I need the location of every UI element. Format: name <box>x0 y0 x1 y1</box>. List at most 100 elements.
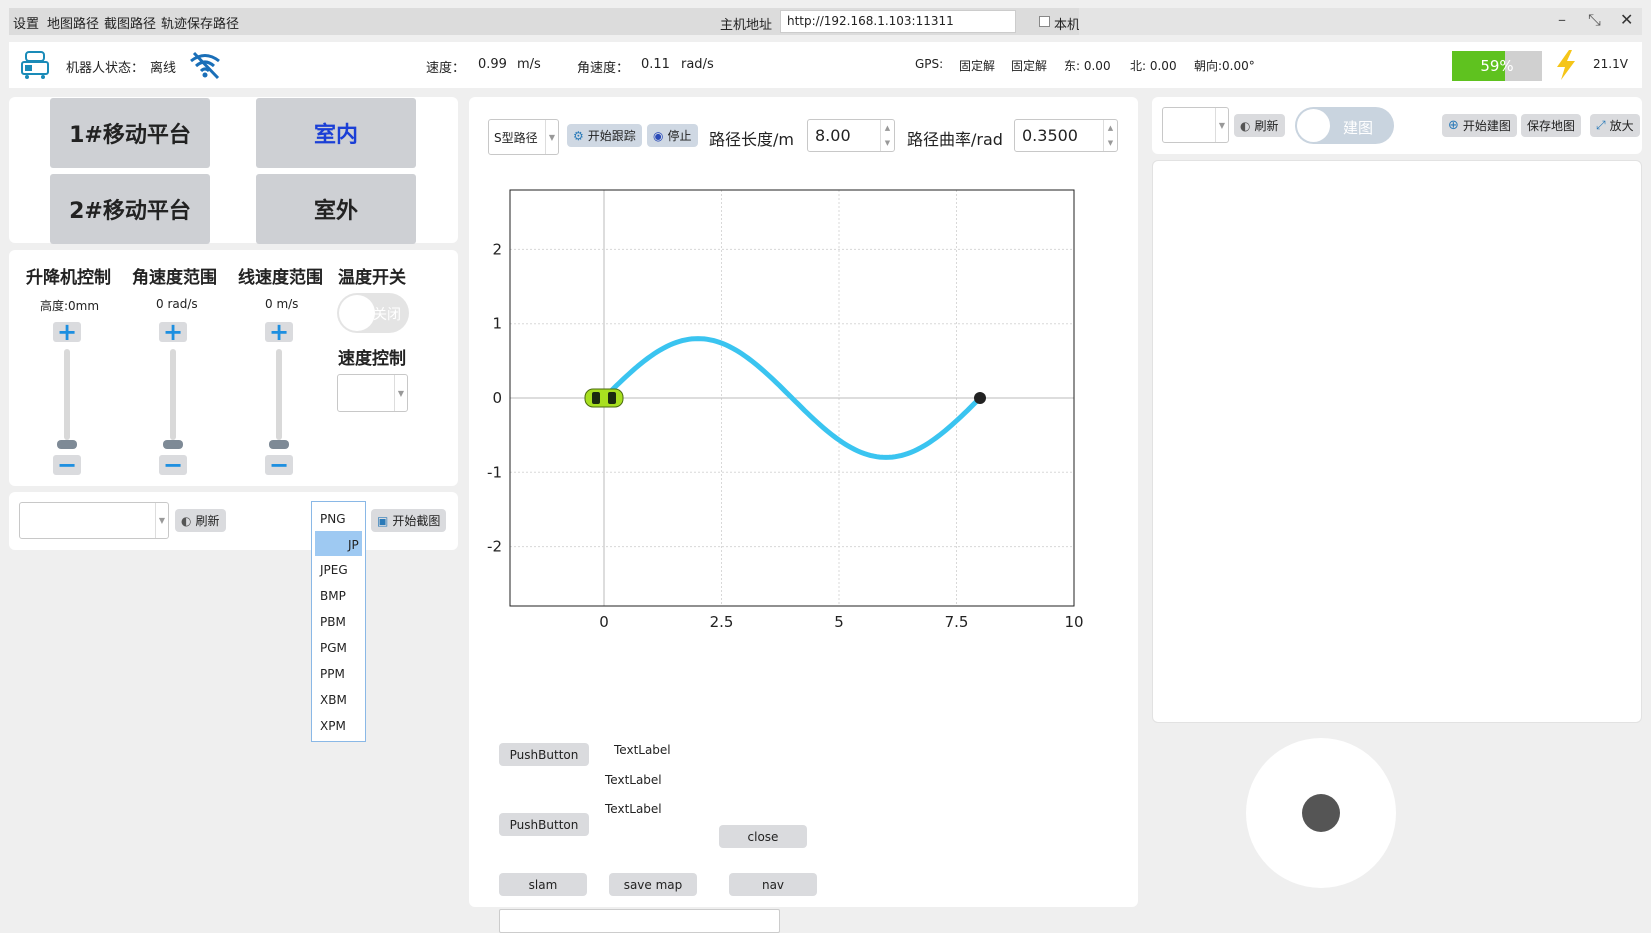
status-bar: 机器人状态： 离线 速度： 0.99 m/s 角速度： 0.11 rad/s G… <box>9 42 1642 88</box>
save-map-button[interactable]: 保存地图 <box>1521 114 1582 137</box>
capture-refresh-label: 刷新 <box>195 514 220 528</box>
text-label-3: TextLabel <box>605 802 662 816</box>
close-button[interactable]: close <box>719 825 807 848</box>
lin-minus-button[interactable]: − <box>265 453 293 477</box>
start-track-button[interactable]: ⚙ 开始跟踪 <box>567 124 642 147</box>
path-curvature-spinbox[interactable]: 0.3500 ▲ ▼ <box>1014 119 1118 152</box>
format-option[interactable]: PGM <box>320 641 347 655</box>
outdoor-button[interactable]: 室外 <box>256 174 416 244</box>
ang-speed-unit: rad/s <box>681 57 714 72</box>
format-option[interactable]: XBM <box>320 693 347 707</box>
path-end-point <box>974 392 986 404</box>
menu-item-track-path[interactable]: 轨迹保存路径 <box>161 13 239 32</box>
temp-toggle[interactable]: 关闭 <box>337 293 409 333</box>
x-tick-label: 5 <box>834 613 844 631</box>
x-tick-label: 10 <box>1064 613 1083 631</box>
path-plot[interactable]: 0 2.5 5 7.5 10210-1-2 <box>469 177 1138 637</box>
lift-minus-button[interactable]: − <box>53 453 81 477</box>
ang-speed-label: 角速度： <box>577 61 630 76</box>
speed-value: 0.99 <box>478 57 507 72</box>
car-icon <box>584 388 624 408</box>
format-dropdown[interactable]: PNG JP JPEG BMP PBM PGM PPM XBM XPM <box>311 501 366 742</box>
control-panel: 升降机控制 角速度范围 线速度范围 温度开关 高度:0mm 0 rad/s 0 … <box>9 250 458 486</box>
battery-text: 59% <box>1480 57 1514 75</box>
speed-unit: m/s <box>517 57 541 72</box>
format-option[interactable]: JPEG <box>320 563 348 577</box>
save-map-debug-button[interactable]: save map <box>609 873 697 896</box>
map-toolbar: ▼ ◐ 刷新 建图 ⊕ 开始建图 保存地图 ⤢ 放大 <box>1152 97 1642 154</box>
ang-minus-button[interactable]: − <box>159 453 187 477</box>
y-tick-label: 1 <box>492 315 502 333</box>
path-length-value: 8.00 <box>815 126 851 145</box>
build-toggle-knob <box>1297 109 1330 142</box>
joystick-knob[interactable] <box>1302 794 1340 832</box>
x-tick-label: 2.5 <box>710 613 734 631</box>
local-checkbox[interactable] <box>1039 16 1050 27</box>
path-type-select[interactable]: S型路径 ▼ <box>488 119 559 155</box>
lin-plus-button[interactable]: + <box>265 320 293 344</box>
lin-slider-track[interactable] <box>276 349 282 440</box>
local-label: 本机 <box>1054 18 1081 33</box>
y-tick-label: -1 <box>487 463 502 481</box>
map-select[interactable]: ▼ <box>1162 107 1229 143</box>
stop-button[interactable]: ◉ 停止 <box>647 124 698 147</box>
format-option[interactable]: PNG <box>320 512 346 526</box>
gps-label: GPS: <box>915 57 944 71</box>
ang-slider-handle[interactable] <box>163 440 183 449</box>
ang-slider-track[interactable] <box>170 349 176 440</box>
platform-2-button[interactable]: 2#移动平台 <box>50 174 210 244</box>
restore-button[interactable]: ⤡ <box>1588 10 1601 30</box>
lin-slider-handle[interactable] <box>269 440 289 449</box>
robot-icon <box>21 51 49 79</box>
joystick[interactable] <box>1246 738 1396 888</box>
format-option[interactable]: BMP <box>320 589 346 603</box>
lift-slider-handle[interactable] <box>57 440 77 449</box>
format-option[interactable]: JP <box>348 538 359 552</box>
indoor-button[interactable]: 室内 <box>256 98 416 168</box>
chevron-down-icon: ▼ <box>1215 108 1228 142</box>
menu-item-settings[interactable]: 设置 <box>13 13 39 32</box>
debug-input[interactable] <box>499 909 780 933</box>
menu-bar: 设置 地图路径 截图路径 轨迹保存路径 主机地址 http://192.168.… <box>9 8 1642 35</box>
ang-plus-button[interactable]: + <box>159 320 187 344</box>
robot-state-label: 机器人状态： <box>66 61 145 76</box>
zoom-button[interactable]: ⤢ 放大 <box>1590 114 1640 137</box>
close-window-button[interactable]: ✕ <box>1620 10 1633 29</box>
expand-icon: ⤢ <box>1596 118 1606 132</box>
menu-item-map-path[interactable]: 地图路径 <box>47 13 99 32</box>
push-button-2[interactable]: PushButton <box>499 813 589 836</box>
nav-button[interactable]: nav <box>729 873 817 896</box>
build-map-toggle[interactable]: 建图 <box>1295 107 1394 144</box>
gps-east: 东: 0.00 <box>1064 59 1111 73</box>
format-option[interactable]: XPM <box>320 719 346 733</box>
path-length-label: 路径长度/m <box>709 130 794 149</box>
slam-button[interactable]: slam <box>499 873 587 896</box>
lift-control-title: 升降机控制 <box>26 268 111 288</box>
format-option[interactable]: PBM <box>320 615 346 629</box>
menu-item-capture-path[interactable]: 截图路径 <box>104 13 156 32</box>
y-tick-label: -2 <box>487 538 502 556</box>
map-refresh-button[interactable]: ◐ 刷新 <box>1234 114 1285 137</box>
minimize-button[interactable]: – <box>1558 10 1566 29</box>
stop-icon: ◉ <box>653 128 664 143</box>
push-button-1[interactable]: PushButton <box>499 743 589 766</box>
gps-heading: 朝向:0.00° <box>1194 59 1255 73</box>
lift-plus-button[interactable]: + <box>53 320 81 344</box>
plot-ticks: 0 2.5 5 7.5 10210-1-2 <box>487 240 1084 631</box>
speed-control-select[interactable]: ▼ <box>337 374 408 412</box>
x-tick-label: 0 <box>599 613 609 631</box>
lift-slider-track[interactable] <box>64 349 70 440</box>
map-view[interactable] <box>1152 160 1642 723</box>
format-option[interactable]: PPM <box>320 667 345 681</box>
battery-bar: 59% <box>1452 51 1542 81</box>
start-capture-button[interactable]: ▣ 开始截图 <box>371 509 447 532</box>
y-tick-label: 2 <box>492 240 502 258</box>
host-input[interactable]: http://192.168.1.103:11311 <box>780 10 1016 33</box>
track-icon: ⚙ <box>573 128 584 143</box>
platform-1-button[interactable]: 1#移动平台 <box>50 98 210 168</box>
speed-control-title: 速度控制 <box>338 349 406 369</box>
start-build-map-button[interactable]: ⊕ 开始建图 <box>1442 114 1517 137</box>
capture-refresh-button[interactable]: ◐ 刷新 <box>175 509 226 532</box>
capture-select[interactable]: ▼ <box>19 502 169 539</box>
path-length-spinbox[interactable]: 8.00 ▲ ▼ <box>807 119 895 152</box>
